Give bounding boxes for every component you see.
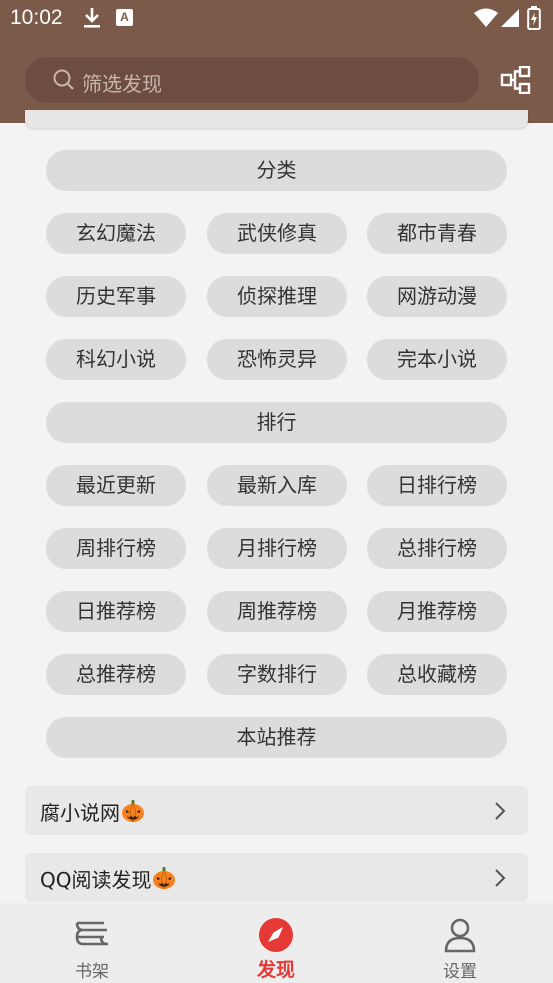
tag-item[interactable]: 最近更新 xyxy=(46,465,186,506)
tag-item[interactable]: 武侠修真 xyxy=(207,213,347,254)
group-tree-icon[interactable] xyxy=(500,65,532,95)
chevron-right-icon xyxy=(494,801,506,825)
tag-item[interactable]: 侦探推理 xyxy=(207,276,347,317)
source-name: QQ阅读发现 xyxy=(40,868,152,892)
tag-item[interactable]: 完本小说 xyxy=(367,339,507,380)
battery-charging-icon xyxy=(527,6,541,34)
tag-item[interactable]: 日推荐榜 xyxy=(46,591,186,632)
filter-search-box[interactable]: 筛选发现 xyxy=(25,57,479,103)
tag-item[interactable]: 周排行榜 xyxy=(46,528,186,569)
section-header-category[interactable]: 分类 xyxy=(46,150,507,191)
chevron-right-icon xyxy=(494,868,506,892)
nav-label: 设置 xyxy=(443,962,477,982)
download-icon xyxy=(82,7,102,33)
nav-discover[interactable]: 发现 xyxy=(216,903,336,983)
compass-icon xyxy=(258,917,294,957)
bottom-navigation: 书架 发现 设置 xyxy=(0,903,553,983)
nav-settings[interactable]: 设置 xyxy=(400,903,520,983)
section-header-site-recommend[interactable]: 本站推荐 xyxy=(46,717,507,758)
wifi-icon xyxy=(474,8,498,32)
tag-item[interactable]: 都市青春 xyxy=(367,213,507,254)
notification-a-icon: A xyxy=(116,9,133,26)
bookshelf-icon xyxy=(74,917,110,957)
tag-item[interactable]: 字数排行 xyxy=(207,654,347,695)
source-row[interactable]: 腐小说网 xyxy=(25,786,528,835)
nav-bookshelf[interactable]: 书架 xyxy=(32,903,152,983)
person-icon xyxy=(442,917,478,957)
tag-item[interactable]: 总排行榜 xyxy=(367,528,507,569)
pumpkin-icon xyxy=(152,866,176,895)
tag-item[interactable]: 周推荐榜 xyxy=(207,591,347,632)
pumpkin-icon xyxy=(121,799,145,828)
tag-item[interactable]: 玄幻魔法 xyxy=(46,213,186,254)
tag-item[interactable]: 日排行榜 xyxy=(367,465,507,506)
previous-card-edge xyxy=(25,110,528,128)
app-bar: 10:02 A 筛选发现 xyxy=(0,0,553,123)
status-time: 10:02 xyxy=(10,6,63,29)
tag-item[interactable]: 恐怖灵异 xyxy=(207,339,347,380)
tag-item[interactable]: 总收藏榜 xyxy=(367,654,507,695)
search-icon xyxy=(53,69,75,95)
nav-label: 书架 xyxy=(75,962,109,982)
tag-item[interactable]: 月推荐榜 xyxy=(367,591,507,632)
tag-item[interactable]: 网游动漫 xyxy=(367,276,507,317)
nav-label: 发现 xyxy=(256,959,295,981)
source-name: 腐小说网 xyxy=(40,801,120,825)
source-row[interactable]: QQ阅读发现 xyxy=(25,853,528,902)
search-placeholder: 筛选发现 xyxy=(82,72,162,96)
tag-item[interactable]: 历史军事 xyxy=(46,276,186,317)
tag-item[interactable]: 总推荐榜 xyxy=(46,654,186,695)
tag-item[interactable]: 最新入库 xyxy=(207,465,347,506)
section-header-ranking[interactable]: 排行 xyxy=(46,402,507,443)
status-bar: 10:02 A xyxy=(0,0,553,38)
explore-panel: 分类 玄幻魔法 武侠修真 都市青春 历史军事 侦探推理 网游动漫 科幻小说 恐怖… xyxy=(25,128,528,778)
tag-item[interactable]: 月排行榜 xyxy=(207,528,347,569)
signal-icon xyxy=(500,8,520,32)
tag-item[interactable]: 科幻小说 xyxy=(46,339,186,380)
